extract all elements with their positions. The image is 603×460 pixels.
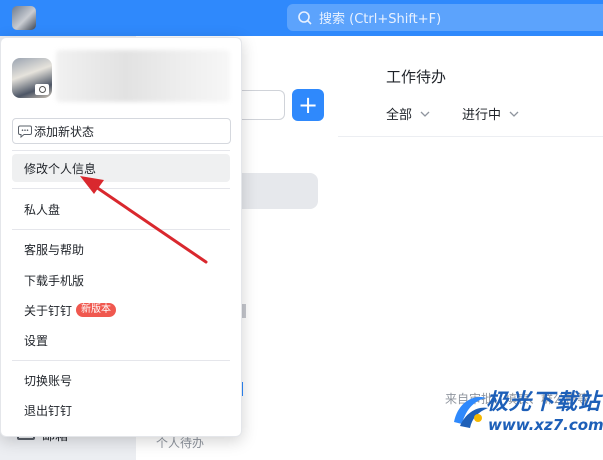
divider [12, 360, 230, 361]
user-avatar[interactable] [12, 6, 36, 30]
search-icon [298, 10, 312, 25]
filter-label: 全部 [386, 108, 413, 123]
camera-icon[interactable] [35, 84, 49, 95]
speech-bubble-icon [18, 125, 32, 138]
profile-name-blurred [56, 50, 230, 102]
menu-item-about[interactable]: 关于钉钉 新版本 [12, 296, 230, 324]
watermark-url: www.xz7.com [488, 416, 603, 434]
watermark: 极光下载站 www.xz7.com [440, 380, 603, 460]
menu-item-switch-account[interactable]: 切换账号 [12, 366, 230, 394]
add-button[interactable]: + [292, 89, 324, 121]
filter-all-dropdown[interactable]: 全部 [386, 104, 430, 123]
divider [12, 229, 230, 230]
search-bar[interactable]: 搜索 (Ctrl+Shift+F) [287, 4, 603, 31]
menu-item-private-drive[interactable]: 私人盘 [12, 195, 230, 223]
search-placeholder: 搜索 (Ctrl+Shift+F) [319, 12, 442, 27]
add-status-button[interactable]: 添加新状态 [12, 118, 231, 144]
add-status-label: 添加新状态 [34, 124, 95, 139]
chevron-down-icon [420, 111, 430, 117]
profile-menu: 添加新状态 修改个人信息 私人盘 客服与帮助 下载手机版 关于钉钉 新版本 设置… [0, 37, 242, 437]
divider [12, 150, 230, 151]
menu-item-download-mobile[interactable]: 下载手机版 [12, 266, 230, 294]
divider [12, 188, 230, 189]
new-version-badge: 新版本 [76, 303, 117, 317]
menu-item-logout[interactable]: 退出钉钉 [12, 396, 230, 424]
menu-item-help[interactable]: 客服与帮助 [12, 235, 230, 263]
watermark-title: 极光下载站 [486, 390, 602, 415]
filter-status-dropdown[interactable]: 进行中 [462, 104, 519, 123]
divider [338, 136, 603, 137]
menu-item-edit-profile[interactable]: 修改个人信息 [12, 154, 230, 182]
filter-label: 进行中 [462, 108, 502, 123]
menu-item-label: 关于钉钉 [24, 303, 73, 318]
menu-item-settings[interactable]: 设置 [12, 326, 230, 354]
middle-search-input[interactable] [240, 90, 285, 120]
page-title: 工作待办 [386, 68, 447, 86]
middle-selected-row[interactable] [240, 173, 318, 209]
top-bar: 搜索 (Ctrl+Shift+F) [0, 0, 603, 36]
profile-avatar[interactable] [12, 58, 52, 98]
chevron-down-icon [509, 111, 519, 117]
